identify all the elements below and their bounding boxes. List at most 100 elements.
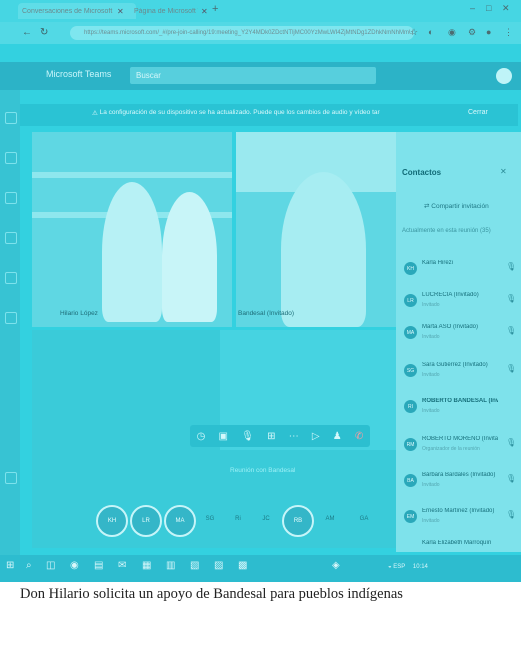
mic-icon: 🎙 [506,364,517,373]
apps-icon[interactable] [5,472,17,484]
person-name: Karla Elizabeth Marroquín [422,540,492,546]
calendar-icon[interactable] [5,232,17,244]
avatar[interactable] [496,68,512,84]
start-icon[interactable]: ⊞ [6,560,14,571]
list-item[interactable]: RM ROBERTO MORENO (Invitado) Organizador… [402,434,518,458]
mic-icon: 🎙 [506,474,517,483]
notification-icon[interactable]: ◈ [332,560,340,571]
participant-name: Bandesal (Invitado) [238,310,295,317]
new-tab-button[interactable]: + [212,3,218,15]
list-item[interactable]: BA Bárbara Bardales (Invitado) Invitado … [402,470,518,494]
clock[interactable]: 10:14 [413,564,428,570]
url-field[interactable]: https://teams.microsoft.com/_#/pre-join-… [70,26,414,40]
search-input[interactable]: Buscar [130,67,376,84]
section-header: Actualmente en esta reunión (35) [402,228,491,234]
shelf [32,172,232,178]
share-invite-button[interactable]: ⇄ Compartir invitación [424,202,489,210]
list-item[interactable]: MA Marta ASO (Invitado) Invitado 🎙 [402,322,518,346]
star-icon[interactable]: ☆ [410,27,418,38]
files-icon[interactable] [5,312,17,324]
calls-icon[interactable] [5,272,17,284]
close-panel-icon[interactable]: ✕ [500,167,507,176]
app-icon[interactable]: ▨ [214,560,223,571]
tab-title: Página de Microsoft Teams [134,7,198,15]
person-role: Organizador de la reunión [422,446,480,452]
person-name: Sara Gutiérrez (Invitado) [422,362,488,368]
avatar: SG [404,364,417,377]
list-item[interactable]: EM Ernesto Martínez (Invitado) Invitado … [402,506,518,530]
chat-icon[interactable]: ▷ [312,431,320,442]
list-item[interactable]: LR LUCRECIA (Invitado) Invitado 🎙 [402,290,518,314]
timer-icon: ◷ [196,430,206,442]
participant-figure [162,192,217,322]
participants-icon[interactable]: ♟ [333,431,342,442]
list-item[interactable]: SG Sara Gutiérrez (Invitado) Invitado 🎙 [402,360,518,384]
shared-content-caption: Reunión con Bandesal [230,467,296,474]
banner-text: ⚠ La configuración de su dispositivo se … [92,109,380,117]
mic-icon: 🎙 [506,294,517,303]
excel-icon[interactable]: ▧ [190,560,199,571]
language-indicator[interactable]: ESP [393,564,405,570]
app-rail [0,90,20,555]
avatar: LR [404,294,417,307]
participant-bubble[interactable]: RB [282,505,314,537]
person-role: Invitado [422,518,440,524]
chat-icon[interactable] [5,152,17,164]
participant-bubbles: KH LR MA SG Ri JC RB AM GA [96,505,396,537]
participant-bubble[interactable]: KH [96,505,128,537]
browser-tab-teams-page[interactable]: Página de Microsoft Teams ✕ [130,3,218,19]
mic-icon: 🎙 [506,438,517,447]
teams-app-icon[interactable]: ▦ [142,560,151,571]
avatar: RI [404,400,417,413]
more-icon[interactable]: ⋯ [289,431,299,442]
list-item[interactable]: Karla Elizabeth Marroquín [402,538,518,554]
participant-bubble[interactable]: GA [350,505,378,533]
activity-icon[interactable] [5,112,17,124]
list-item[interactable]: KH Karla Hirezi 🎙 [402,258,518,282]
participant-bubble[interactable]: AM [316,505,344,533]
browser-tab-teams-conversations[interactable]: Conversaciones de Microsoft Teams ✕ [18,3,136,19]
participant-bubble[interactable]: Ri [224,505,252,533]
list-item[interactable]: RI ROBERTO BANDESAL (Invitado) Invitado [402,396,518,420]
avatar: KH [404,262,417,275]
profile-icon[interactable]: ◉ [448,27,456,38]
person-name: Marta ASO (Invitado) [422,324,479,330]
video-tile-hilario[interactable]: Hilario López [32,132,232,327]
participant-bubble[interactable]: LR [130,505,162,537]
share-icon[interactable]: ⊞ [267,431,275,442]
participant-figure [102,182,162,322]
close-window-button[interactable]: ✕ [502,3,510,14]
settings-icon[interactable]: ⚙ [468,27,476,38]
reload-icon[interactable]: ↻ [40,27,48,38]
tab-title: Conversaciones de Microsoft Teams [22,7,114,15]
back-arrow-icon[interactable]: ← [22,27,32,38]
participant-bubble[interactable]: SG [196,505,224,533]
teams-icon[interactable] [5,192,17,204]
word-icon[interactable]: ▥ [166,560,175,571]
close-tab-icon[interactable]: ✕ [117,7,124,16]
browser-icon[interactable]: ◉ [70,560,79,571]
close-tab-icon[interactable]: ✕ [201,7,208,16]
app-title: Microsoft Teams [46,69,112,79]
camera-icon[interactable]: ▣ [219,431,228,442]
maximize-button[interactable]: □ [486,3,491,13]
extension-icon[interactable]: ◐ [428,27,433,37]
person-name: LUCRECIA (Invitado) [422,292,479,298]
participant-bubble[interactable]: JC [252,505,280,533]
participant-bubble[interactable]: MA [164,505,196,537]
account-icon[interactable]: ● [486,27,491,37]
folder-icon[interactable]: ▤ [94,560,103,571]
search-icon[interactable]: ⌕ [26,560,32,571]
menu-icon[interactable]: ⋮ [504,27,513,38]
hang-up-icon[interactable]: ✆ [355,431,363,442]
banner-message: La configuración de su dispositivo se ha… [99,109,380,116]
app-icon[interactable]: ▩ [238,560,247,571]
participant-name: Hilario López [60,310,98,317]
person-name: Ernesto Martínez (Invitado) [422,508,495,514]
minimize-button[interactable]: – [470,3,475,13]
task-view-icon[interactable]: ◫ [46,560,55,571]
banner-close-button[interactable]: Cerrar [468,109,488,116]
mail-icon[interactable]: ✉ [118,560,126,571]
mic-icon[interactable]: 🎙 [241,431,254,442]
video-tile-bandesal[interactable]: Bandesal (Invitado) [236,132,396,327]
